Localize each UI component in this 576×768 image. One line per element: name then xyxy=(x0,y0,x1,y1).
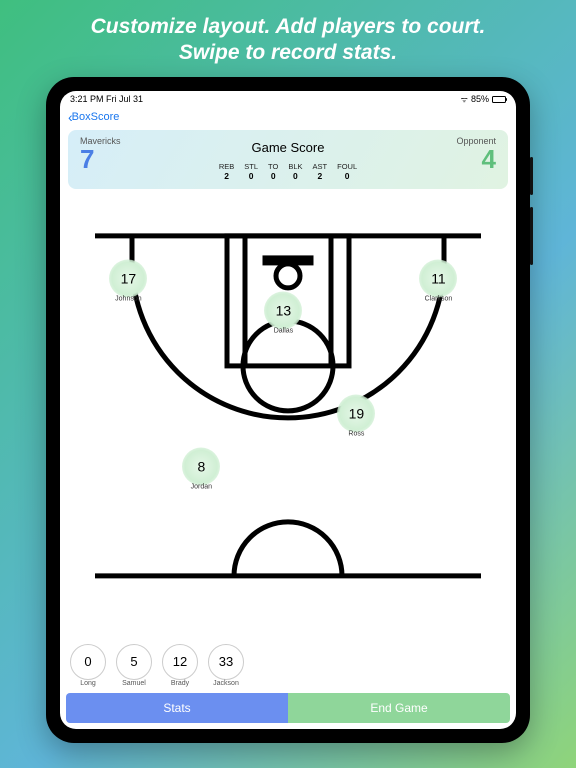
app-screen: 3:21 PM Fri Jul 31 ᯤ 85% ‹ BoxScore Mave… xyxy=(60,91,516,729)
bottom-buttons: Stats End Game xyxy=(60,693,516,729)
stat-blk: BLK0 xyxy=(288,162,302,181)
bench-row: 0Long5Samuel12Brady33Jackson xyxy=(60,640,516,693)
court-area[interactable]: 17Johnson 11Clarkson 13Dallas 19Ross 8Jordan xyxy=(60,192,516,640)
home-team-name: Mavericks xyxy=(80,136,184,146)
player-token[interactable]: 19Ross xyxy=(334,394,378,437)
stat-reb: REB2 xyxy=(219,162,234,181)
battery-percent: 85% xyxy=(471,94,489,104)
bench-player[interactable]: 0Long xyxy=(68,644,108,687)
player-token[interactable]: 11Clarkson xyxy=(416,260,460,303)
score-panel: Mavericks 7 Game Score REB2 STL0 TO0 BLK0 AS… xyxy=(68,130,508,189)
stats-button[interactable]: Stats xyxy=(66,693,288,723)
bench-player[interactable]: 5Samuel xyxy=(114,644,154,687)
end-game-button[interactable]: End Game xyxy=(288,693,510,723)
stat-foul: FOUL0 xyxy=(337,162,357,181)
stat-to: TO0 xyxy=(268,162,278,181)
nav-bar: ‹ BoxScore xyxy=(60,107,516,127)
away-team-score: 4 xyxy=(392,146,496,172)
tablet-frame: 3:21 PM Fri Jul 31 ᯤ 85% ‹ BoxScore Mave… xyxy=(46,77,530,743)
team-stats-row: REB2 STL0 TO0 BLK0 AST2 FOUL0 xyxy=(184,162,392,181)
stat-stl: STL0 xyxy=(244,162,258,181)
bench-player[interactable]: 33Jackson xyxy=(206,644,246,687)
promo-banner: Customize layout. Add players to court. … xyxy=(71,0,506,77)
player-token[interactable]: 8Jordan xyxy=(179,448,223,491)
bench-player[interactable]: 12Brady xyxy=(160,644,200,687)
status-bar: 3:21 PM Fri Jul 31 ᯤ 85% xyxy=(60,91,516,107)
player-token[interactable]: 17Johnson xyxy=(106,260,150,303)
player-token[interactable]: 13Dallas xyxy=(261,291,305,334)
back-button[interactable]: ‹ BoxScore xyxy=(68,109,119,125)
wifi-icon: ᯤ xyxy=(461,94,468,105)
stat-ast: AST2 xyxy=(313,162,328,181)
away-team-name: Opponent xyxy=(392,136,496,146)
status-time: 3:21 PM Fri Jul 31 xyxy=(70,94,143,104)
game-score-title: Game Score xyxy=(184,140,392,155)
home-team-score: 7 xyxy=(80,146,184,172)
battery-icon xyxy=(492,96,506,103)
